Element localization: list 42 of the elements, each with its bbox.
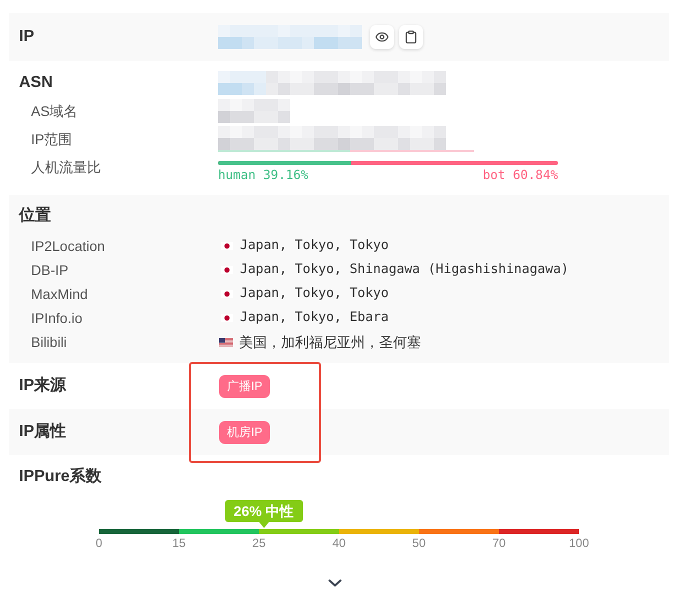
section-label: IPPure系数 — [19, 466, 102, 487]
location-text: Japan, Tokyo, Shinagawa (Higashishinagawa) — [240, 262, 569, 278]
bot-share-text: bot 60.84% — [482, 167, 558, 183]
source-label: MaxMind — [31, 285, 88, 304]
field-label: IP范围 — [31, 130, 72, 149]
reveal-button[interactable] — [370, 25, 394, 49]
ip-type-tag: 机房IP — [219, 420, 270, 444]
location-text: Japan, Tokyo, Tokyo — [240, 238, 389, 254]
score-label: 26% 中性 — [224, 500, 303, 522]
scale-tick-label: 0 — [96, 535, 102, 551]
flag-icon — [221, 290, 233, 298]
source-label: DB-IP — [31, 261, 68, 280]
field-label: AS域名 — [31, 102, 78, 121]
flag-icon — [221, 242, 233, 250]
source-label: IPInfo.io — [31, 309, 82, 328]
clipboard-icon — [404, 30, 418, 44]
flag-icon — [221, 266, 233, 274]
section-label: IP属性 — [19, 422, 66, 442]
scale-tick-label: 100 — [568, 535, 590, 551]
location-text: Japan, Tokyo, Tokyo — [240, 286, 389, 302]
flag-icon — [219, 338, 233, 346]
section-label: ASN — [19, 73, 53, 93]
section-label: IP来源 — [19, 376, 66, 396]
location-text: 美国，加利福尼亚州，圣何塞 — [239, 333, 421, 351]
copy-button[interactable] — [399, 25, 423, 49]
chevron-down-icon[interactable] — [328, 579, 342, 587]
scale-tick-label: 50 — [412, 535, 426, 551]
eye-icon — [375, 30, 389, 44]
scale-tick-label: 70 — [492, 535, 506, 551]
scale-tick-label: 25 — [252, 535, 266, 551]
section-label: IP — [19, 27, 34, 47]
field-label: 人机流量比 — [31, 158, 101, 177]
blurred-value-drawing — [218, 99, 290, 123]
source-label: Bilibili — [31, 333, 67, 352]
location-text: Japan, Tokyo, Ebara — [240, 310, 389, 326]
flag-icon — [221, 314, 233, 322]
section-label: 位置 — [19, 206, 51, 226]
human-share-text: human 39.16% — [218, 167, 308, 183]
ip-type-tag: 广播IP — [219, 374, 270, 398]
source-label: IP2Location — [31, 237, 105, 256]
scale-tick-label: 40 — [332, 535, 346, 551]
scale-tick-label: 15 — [172, 535, 186, 551]
